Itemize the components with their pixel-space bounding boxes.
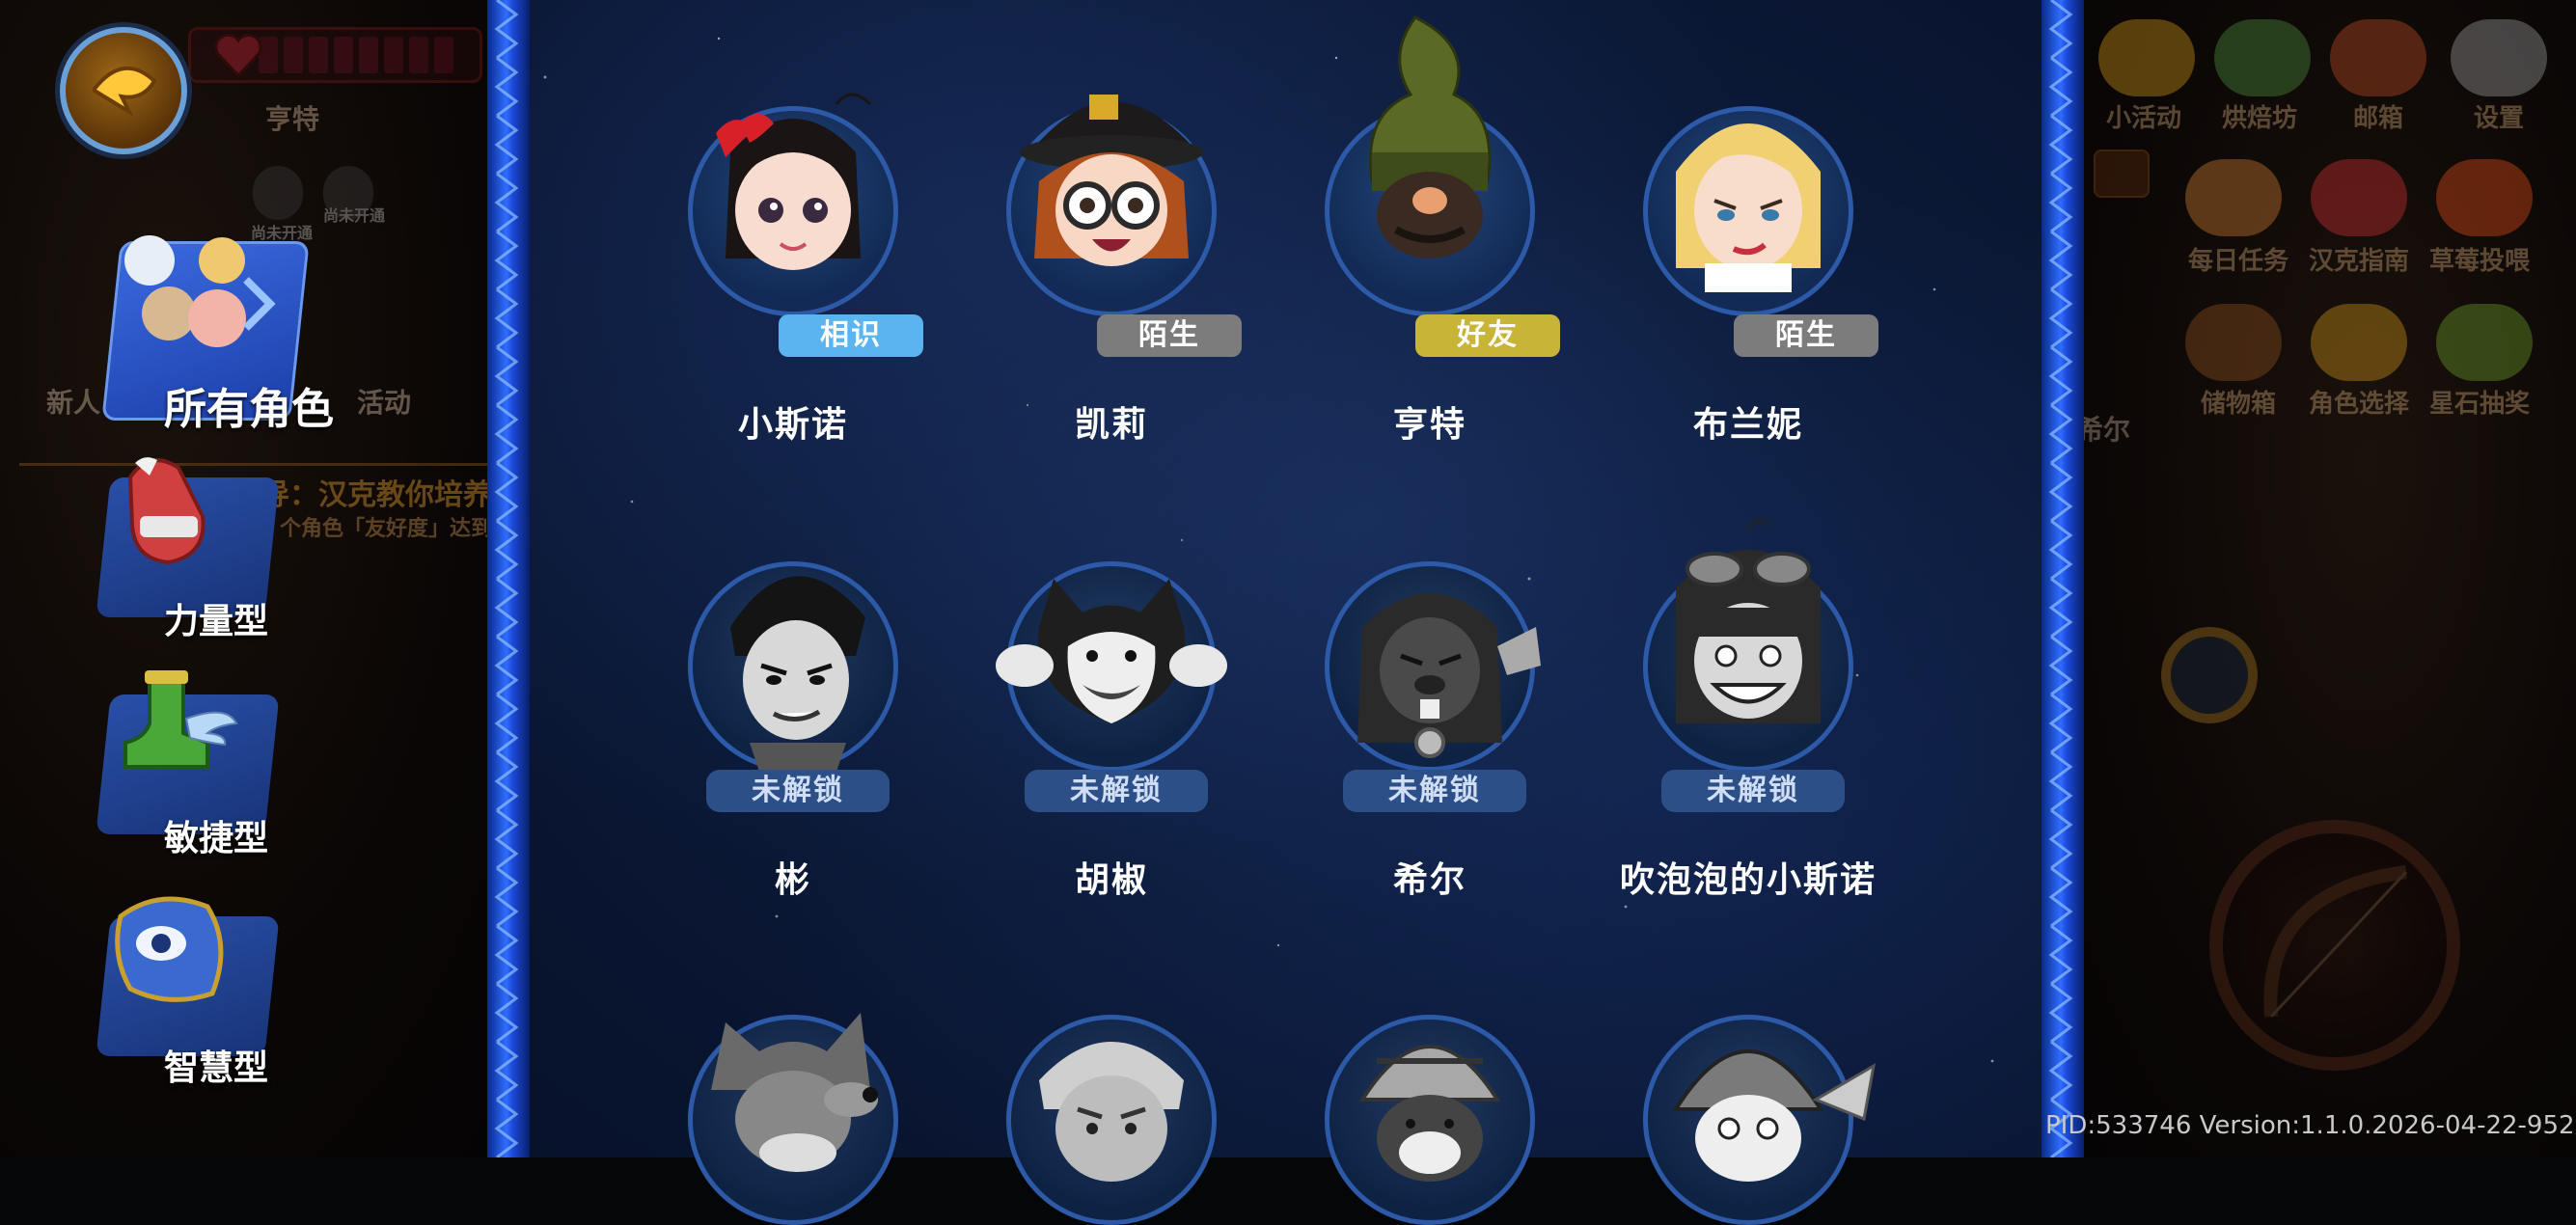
strawberry-feed-label: 草莓投喂 — [2428, 247, 2530, 276]
gear-icon — [2451, 19, 2547, 96]
character-portrait — [1637, 518, 1859, 772]
category-tab-all[interactable]: 所有角色 — [92, 222, 381, 434]
astronaut-portrait-icon — [1672, 1049, 1877, 1182]
glove-icon — [127, 457, 206, 565]
panel-border-right — [2042, 0, 2084, 1157]
pepper-cat-portrait-icon — [996, 579, 1227, 723]
category-label: 力量型 — [164, 602, 269, 641]
relationship-badge: 好友 — [1415, 314, 1560, 357]
chevron-left-icon — [2094, 150, 2150, 198]
bubble-snow-portrait-icon — [1676, 518, 1821, 723]
category-label: 智慧型 — [164, 1048, 269, 1088]
mini-event-label: 小活动 — [2105, 104, 2181, 133]
mini-event-icon — [2098, 19, 2195, 96]
strawberry-icon — [2436, 159, 2533, 236]
back-button[interactable] — [60, 27, 187, 154]
daily-task-label: 每日任务 — [2187, 247, 2288, 276]
npc-name: 希尔 — [2076, 414, 2131, 446]
winged-boot-icon — [123, 670, 238, 769]
character-portrait — [1319, 15, 1541, 316]
character-name: 胡椒 — [1074, 860, 1148, 900]
bakery-label: 烘焙坊 — [2221, 104, 2297, 133]
hunter-portrait-icon — [1368, 15, 1492, 259]
character-portrait — [1000, 974, 1222, 1225]
character-portrait — [996, 521, 1227, 772]
snow-girl-portrait-icon — [716, 93, 872, 270]
player-name: 亨特 — [265, 103, 320, 135]
category-tab-agility[interactable]: 敏捷型 — [92, 666, 304, 858]
settings-label: 设置 — [2473, 104, 2524, 133]
character-portrait — [1637, 66, 1859, 316]
character-portrait — [1000, 66, 1222, 316]
character-name: 希尔 — [1392, 860, 1466, 900]
lock-status-badge: 未解锁 — [1025, 770, 1208, 812]
version-watermark: PID:533746 Version:1.1.0.2026-04-22-952 — [2045, 1111, 2575, 1140]
back-arrow-icon — [93, 66, 157, 118]
quest-description: 个角色「友好度」达到 — [280, 517, 493, 541]
character-select-icon — [2311, 304, 2407, 381]
magnifier-icon — [2161, 627, 2258, 723]
guide-label: 汉克指南 — [2308, 247, 2409, 276]
britney-portrait-icon — [1676, 123, 1821, 292]
character-portrait — [682, 521, 904, 772]
storage-label: 储物箱 — [2200, 390, 2276, 419]
bow-attack-icon — [2209, 820, 2460, 1071]
character-name: 凯莉 — [1074, 405, 1148, 445]
category-tab-wisdom[interactable]: 智慧型 — [92, 887, 304, 1088]
character-portrait — [1319, 521, 1541, 772]
bin-portrait-icon — [730, 576, 865, 772]
character-portrait — [682, 974, 904, 1225]
eye-helmet-icon — [115, 896, 224, 1002]
bakery-icon — [2214, 19, 2311, 96]
star-draw-label: 星石抽奖 — [2428, 390, 2530, 419]
relationship-badge: 陌生 — [1734, 314, 1878, 357]
lock-status-badge: 未解锁 — [1343, 770, 1526, 812]
lock-status-badge: 未解锁 — [1661, 770, 1845, 812]
character-name: 彬 — [774, 860, 811, 900]
character-name: 亨特 — [1392, 405, 1466, 445]
hill-mole-portrait-icon — [1357, 593, 1541, 758]
relationship-badge: 相识 — [779, 314, 923, 357]
category-label: 所有角色 — [164, 385, 334, 434]
category-label: 敏捷型 — [164, 819, 269, 858]
mailbox-label: 邮箱 — [2352, 104, 2403, 133]
relationship-badge: 陌生 — [1097, 314, 1242, 357]
mailbox-icon — [2330, 19, 2426, 96]
daily-task-icon — [2185, 159, 2282, 236]
wolf-portrait-icon — [711, 1013, 878, 1172]
heart-icon — [214, 33, 262, 78]
helmet-dog-portrait-icon — [1358, 1045, 1501, 1182]
star-draw-icon — [2436, 304, 2533, 381]
character-name: 小斯诺 — [737, 405, 848, 445]
all-characters-icon — [124, 235, 276, 347]
panel-border-left — [487, 0, 530, 1157]
character-name: 吹泡泡的小斯诺 — [1619, 860, 1877, 900]
character-name: 布兰妮 — [1692, 405, 1803, 445]
guide-icon — [2311, 159, 2407, 236]
character-select-label: 角色选择 — [2308, 390, 2409, 419]
category-tab-strength[interactable]: 力量型 — [92, 449, 304, 641]
locked-slot-icon — [253, 166, 303, 220]
character-portrait — [1637, 974, 1877, 1225]
kelly-portrait-icon — [1020, 95, 1203, 266]
character-portrait — [682, 66, 904, 316]
old-man-portrait-icon — [1039, 1042, 1184, 1182]
lock-status-badge: 未解锁 — [706, 770, 890, 812]
storage-chest-icon — [2185, 304, 2282, 381]
character-portrait — [1319, 974, 1541, 1225]
